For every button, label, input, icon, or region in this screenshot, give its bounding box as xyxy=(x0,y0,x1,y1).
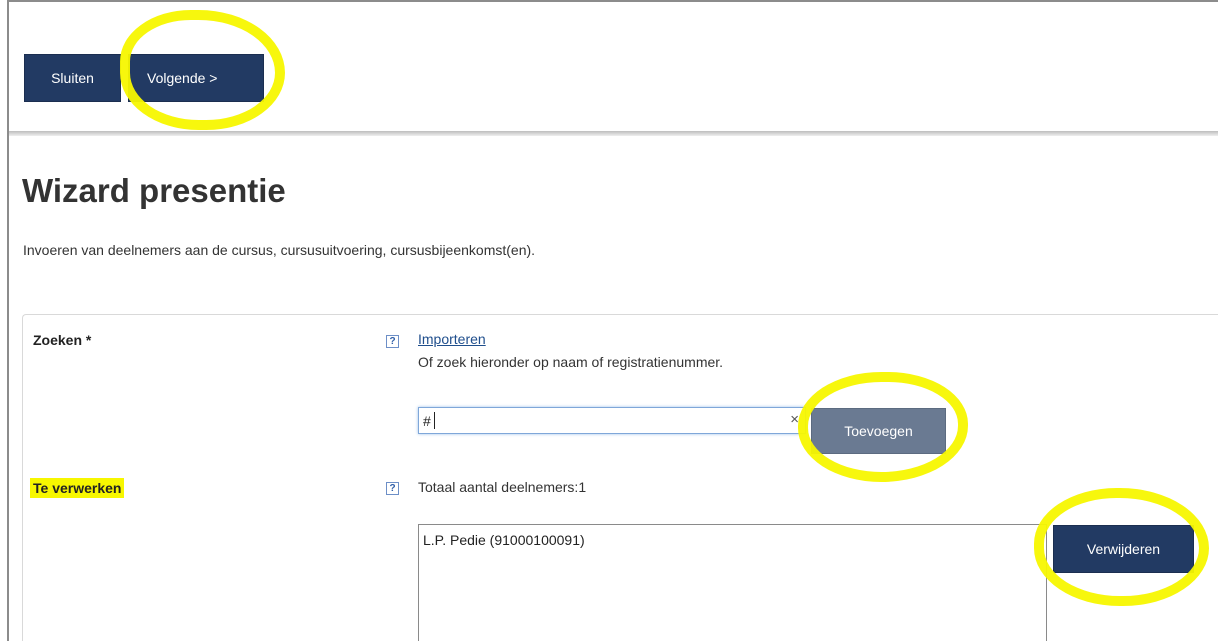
participant-list[interactable]: L.P. Pedie (91000100091) xyxy=(418,524,1047,641)
next-button[interactable]: Volgende > xyxy=(128,54,264,102)
page-description: Invoeren van deelnemers aan de cursus, c… xyxy=(23,242,536,258)
toolbar-divider xyxy=(9,131,1218,136)
remove-button[interactable]: Verwijderen xyxy=(1053,525,1194,573)
help-icon[interactable]: ? xyxy=(386,335,399,348)
search-hint: Of zoek hieronder op naam of registratie… xyxy=(418,354,724,370)
close-icon[interactable]: × xyxy=(790,411,799,428)
participant-total: Totaal aantal deelnemers:1 xyxy=(418,479,587,495)
to-process-label: Te verwerken xyxy=(30,478,125,498)
search-input-value: # xyxy=(423,413,431,429)
search-label: Zoeken * xyxy=(33,332,92,348)
add-button[interactable]: Toevoegen xyxy=(811,408,946,454)
page-title: Wizard presentie xyxy=(22,172,286,209)
close-button[interactable]: Sluiten xyxy=(24,54,121,102)
help-icon[interactable]: ? xyxy=(386,482,399,495)
text-caret xyxy=(434,412,435,429)
list-item[interactable]: L.P. Pedie (91000100091) xyxy=(423,532,585,548)
import-link[interactable]: Importeren xyxy=(418,331,486,347)
search-input[interactable]: # × xyxy=(418,407,806,434)
